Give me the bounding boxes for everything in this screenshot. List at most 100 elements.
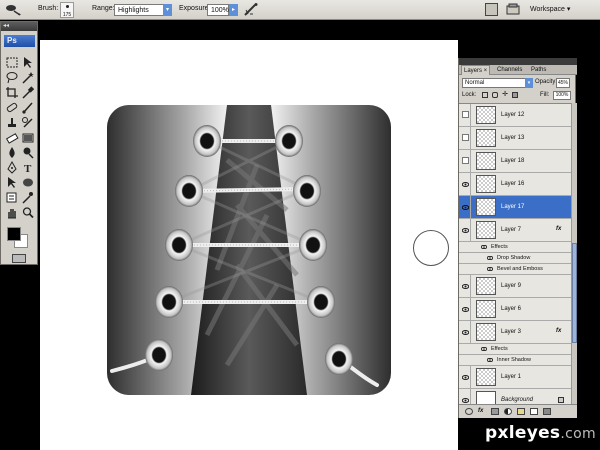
path-selection-tool-icon[interactable] (5, 176, 19, 189)
toolbox-collapse-bar[interactable]: ◂◂ (1, 22, 37, 31)
magic-wand-tool-icon[interactable] (21, 71, 35, 84)
shape-tool-icon[interactable] (21, 176, 35, 189)
lock-all-icon[interactable] (512, 92, 518, 98)
layers-scrollbar[interactable] (571, 103, 577, 404)
eye-icon (462, 205, 469, 210)
exposure-slider-arrow-icon[interactable]: ▸ (229, 4, 238, 16)
marquee-tool-icon[interactable] (5, 56, 19, 69)
tab-paths[interactable]: Paths (529, 65, 548, 75)
fx-badge-icon[interactable]: fx (556, 328, 561, 334)
opacity-field[interactable]: 45% (556, 78, 570, 88)
eraser-tool-icon[interactable] (5, 131, 19, 144)
foreground-color-swatch[interactable] (7, 227, 21, 241)
effect-row[interactable]: Inner Shadow (459, 355, 571, 366)
layer-row[interactable]: Layer 17 (459, 196, 571, 219)
eye-icon[interactable] (487, 358, 493, 362)
tab-channels[interactable]: Channels (495, 65, 524, 75)
pen-tool-icon[interactable] (5, 160, 19, 174)
add-mask-icon[interactable] (491, 408, 499, 415)
dodge-tool-icon[interactable] (21, 146, 35, 159)
layer-row[interactable]: Layer 12 (459, 104, 571, 127)
visibility-toggle[interactable] (459, 196, 471, 218)
link-layers-icon[interactable] (465, 408, 473, 415)
fill-field[interactable]: 100% (553, 91, 571, 100)
lock-pixels-icon[interactable] (492, 92, 498, 98)
clone-stamp-tool-icon[interactable] (5, 116, 19, 129)
eyedropper-tool-icon[interactable] (21, 86, 35, 99)
lock-position-icon[interactable]: ✛ (502, 91, 508, 98)
layer-name: Background (501, 397, 534, 403)
visibility-toggle[interactable] (459, 275, 471, 297)
effects-label: Effects (491, 346, 508, 352)
type-tool-icon[interactable]: T (21, 161, 35, 175)
lasso-tool-icon[interactable] (5, 71, 19, 84)
blur-tool-icon[interactable] (5, 146, 19, 159)
eye-icon (462, 182, 469, 187)
eyedropper-sample-icon[interactable] (21, 191, 35, 204)
tab-layers[interactable]: Layers × (461, 65, 491, 75)
gradient-tool-icon[interactable] (21, 131, 35, 144)
layer-row[interactable]: Layer 7 fx (459, 219, 571, 242)
brush-tool-icon[interactable] (21, 101, 35, 114)
blend-mode-select[interactable]: Normal (462, 78, 526, 88)
dodge-tool-icon[interactable] (4, 3, 22, 16)
hand-tool-icon[interactable] (5, 206, 19, 219)
effect-row[interactable]: Bevel and Emboss (459, 264, 571, 275)
hidden-checkbox (462, 134, 469, 141)
effects-label: Effects (491, 244, 508, 250)
layer-row[interactable]: Layer 6 (459, 298, 571, 321)
add-layer-style-icon[interactable]: fx (478, 408, 486, 415)
range-dropdown-arrow-icon[interactable]: ▾ (163, 4, 172, 16)
lock-transparency-icon[interactable] (482, 92, 488, 98)
eye-icon[interactable] (487, 267, 493, 271)
effects-header-row[interactable]: Effects (459, 344, 571, 355)
effect-row[interactable]: Drop Shadow (459, 253, 571, 264)
chevron-down-icon[interactable]: ▾ (525, 78, 533, 88)
eye-icon (462, 330, 469, 335)
layers-panel-titlebar[interactable] (459, 58, 577, 65)
adjustment-layer-icon[interactable] (504, 408, 512, 415)
visibility-toggle[interactable] (459, 389, 471, 404)
layer-row[interactable]: Background (459, 389, 571, 404)
layer-row[interactable]: Layer 16 (459, 173, 571, 196)
range-label: Range: (92, 5, 115, 12)
effects-header-row[interactable]: Effects (459, 242, 571, 253)
palette-well-icon[interactable] (506, 3, 520, 16)
visibility-toggle[interactable] (459, 173, 471, 195)
visibility-toggle[interactable] (459, 150, 471, 172)
layer-row[interactable]: Layer 13 (459, 127, 571, 150)
visibility-toggle[interactable] (459, 127, 471, 149)
layer-row[interactable]: Layer 3 fx (459, 321, 571, 344)
visibility-toggle[interactable] (459, 104, 471, 126)
eye-icon[interactable] (481, 347, 487, 351)
eye-icon[interactable] (481, 245, 487, 249)
go-to-bridge-icon[interactable] (485, 3, 498, 16)
layers-scroll-thumb[interactable] (572, 243, 577, 343)
range-select[interactable]: Highlights (114, 4, 164, 16)
visibility-toggle[interactable] (459, 298, 471, 320)
layer-thumbnail (476, 277, 496, 295)
layer-row[interactable]: Layer 18 (459, 150, 571, 173)
layer-row[interactable]: Layer 1 (459, 366, 571, 389)
photoshop-logo[interactable]: Ps (4, 35, 35, 47)
healing-brush-tool-icon[interactable] (5, 101, 19, 114)
crop-tool-icon[interactable] (5, 86, 19, 99)
workspace-menu[interactable]: Workspace ▾ (530, 5, 570, 13)
notes-tool-icon[interactable] (5, 191, 19, 204)
airbrush-icon[interactable] (242, 2, 260, 17)
visibility-toggle[interactable] (459, 366, 471, 388)
eye-icon[interactable] (487, 256, 493, 260)
visibility-toggle[interactable] (459, 219, 471, 241)
exposure-field[interactable]: 100% (207, 4, 229, 16)
move-tool-icon[interactable] (21, 56, 35, 69)
hidden-checkbox (462, 157, 469, 164)
trash-icon[interactable] (543, 408, 551, 415)
new-layer-icon[interactable] (530, 408, 538, 415)
quick-mask-button[interactable] (12, 254, 26, 263)
history-brush-tool-icon[interactable] (21, 116, 35, 129)
fx-badge-icon[interactable]: fx (556, 226, 561, 232)
new-group-icon[interactable] (517, 408, 525, 415)
visibility-toggle[interactable] (459, 321, 471, 343)
layer-row[interactable]: Layer 9 (459, 275, 571, 298)
zoom-tool-icon[interactable] (21, 206, 35, 219)
